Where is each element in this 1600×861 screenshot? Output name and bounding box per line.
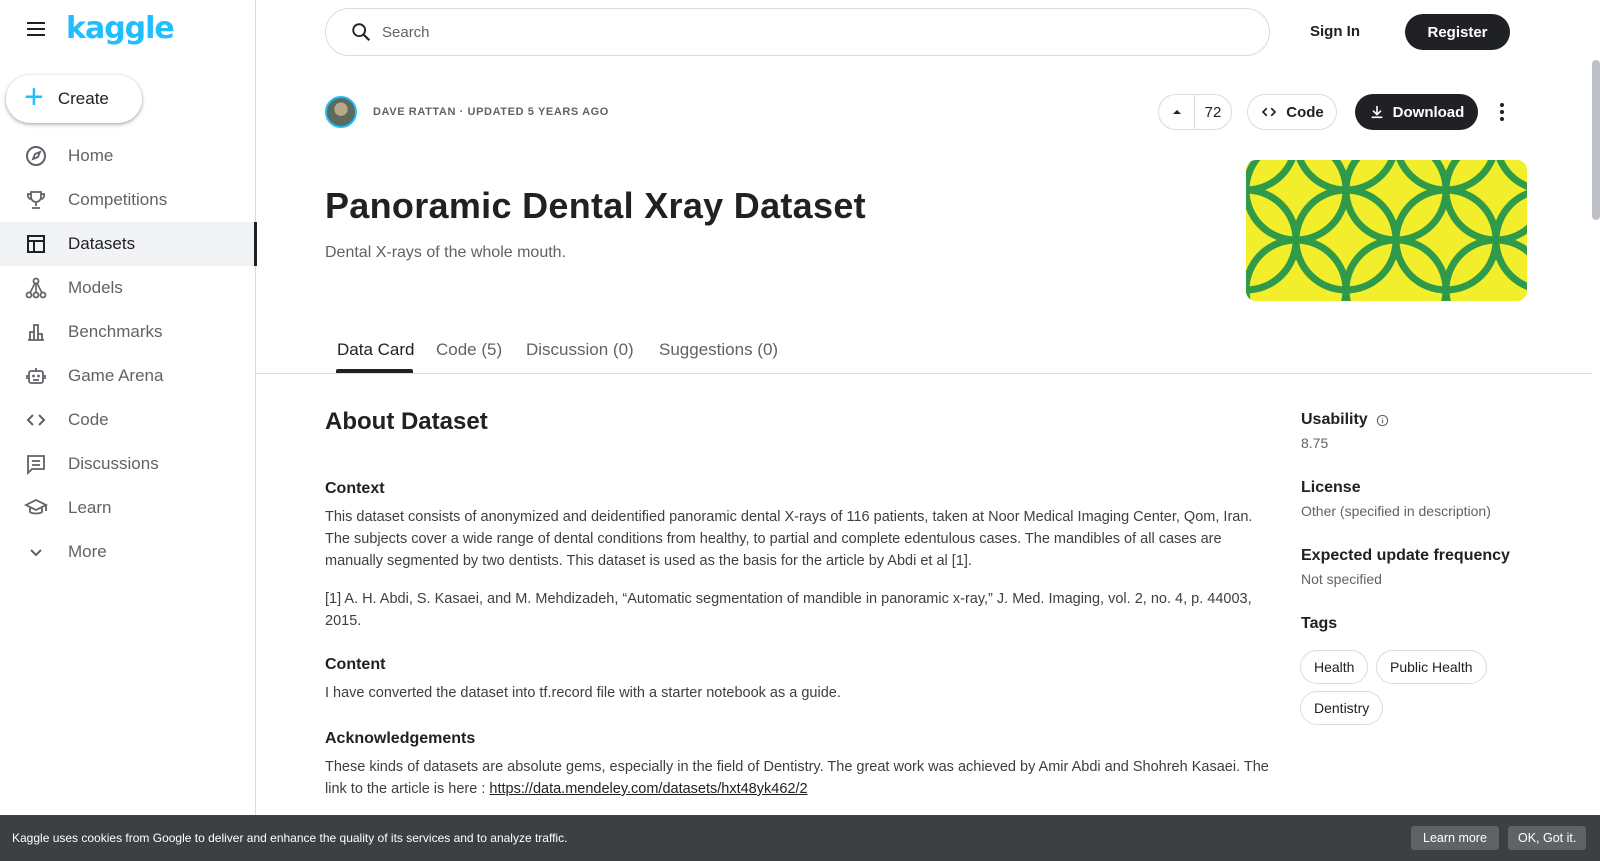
sidebar-item-label: Discussions xyxy=(68,454,159,473)
usability-label: Usability xyxy=(1301,411,1368,428)
sidebar-item-label: Datasets xyxy=(68,234,136,253)
tab-suggestions[interactable]: Suggestions (0) xyxy=(659,340,778,360)
license-section: License Other (specified in description) xyxy=(1301,479,1491,519)
vote-count: 72 xyxy=(1204,103,1222,121)
tab-data-card[interactable]: Data Card xyxy=(337,340,414,360)
page-scrollbar[interactable] xyxy=(1592,60,1600,220)
plus-icon: + xyxy=(24,78,44,116)
about-heading: About Dataset xyxy=(325,408,488,435)
tab-code[interactable]: Code (5) xyxy=(436,340,502,360)
reference-text: [1] A. H. Abdi, S. Kasaei, and M. Mehdiz… xyxy=(325,591,1252,629)
dataset-tabs: Data Card Code (5) Discussion (0) Sugges… xyxy=(256,330,1592,374)
upvote-control: 72 xyxy=(1158,94,1232,130)
update-frequency-value: Not specified xyxy=(1301,571,1382,587)
search-input[interactable] xyxy=(382,23,1182,41)
sign-in-link[interactable]: Sign In xyxy=(1310,20,1360,44)
update-frequency-section: Expected update frequency Not specified xyxy=(1301,547,1510,587)
search-bar[interactable] xyxy=(325,8,1270,56)
sidebar-item-datasets[interactable]: Datasets xyxy=(0,222,257,266)
license-label: License xyxy=(1301,479,1361,496)
sidebar-item-learn[interactable]: Learn xyxy=(0,486,256,530)
context-heading: Context xyxy=(325,480,385,497)
bar-chart-icon xyxy=(28,324,44,341)
sidebar-item-discussions[interactable]: Discussions xyxy=(0,442,256,486)
active-tab-indicator xyxy=(336,369,413,373)
usability-section: Usability 8.75 xyxy=(1301,411,1389,451)
article-link[interactable]: https://data.mendeley.com/datasets/hxt48… xyxy=(489,781,807,797)
sidebar: kaggle + Create Home Competitions Datase… xyxy=(0,0,257,861)
content-heading: Content xyxy=(325,656,386,673)
cookie-banner: Kaggle uses cookies from Google to deliv… xyxy=(0,815,1600,861)
sidebar-item-label: Learn xyxy=(68,498,112,517)
robot-icon xyxy=(26,368,46,384)
sidebar-item-label: Benchmarks xyxy=(68,322,163,341)
create-label: Create xyxy=(57,89,109,108)
page-subtitle: Dental X-rays of the whole mouth. xyxy=(325,244,567,261)
models-icon xyxy=(25,277,47,299)
context-text: This dataset consists of anonymized and … xyxy=(325,509,1253,569)
license-value: Other (specified in description) xyxy=(1301,503,1491,519)
usability-value: 8.75 xyxy=(1301,435,1329,451)
sidebar-item-code[interactable]: Code xyxy=(0,398,256,442)
sidebar-item-game-arena[interactable]: Game Arena xyxy=(0,354,256,398)
content-text: I have converted the dataset into tf.rec… xyxy=(325,685,841,701)
avatar[interactable] xyxy=(325,96,357,128)
sidebar-item-models[interactable]: Models xyxy=(0,266,256,310)
code-icon xyxy=(1262,107,1277,117)
tag-chip[interactable]: Dentistry xyxy=(1300,691,1384,725)
download-button-label: Download xyxy=(1392,103,1465,121)
info-icon[interactable] xyxy=(1376,414,1389,427)
sidebar-item-benchmarks[interactable]: Benchmarks xyxy=(0,310,256,354)
trophy-icon xyxy=(27,191,45,209)
download-button[interactable]: Download xyxy=(1355,94,1478,130)
more-options-icon[interactable] xyxy=(1488,98,1516,126)
sidebar-item-label: Home xyxy=(68,146,114,165)
learn-more-button[interactable]: Learn more xyxy=(1411,826,1499,850)
kaggle-logo[interactable]: kaggle xyxy=(66,14,175,44)
search-icon xyxy=(352,23,371,42)
accept-cookies-button[interactable]: OK, Got it. xyxy=(1508,826,1587,850)
download-icon xyxy=(1371,106,1382,119)
sidebar-item-more[interactable]: More xyxy=(0,530,256,574)
chevron-down-icon xyxy=(30,549,42,557)
tag-chip[interactable]: Public Health xyxy=(1376,650,1487,684)
tag-chip[interactable]: Health xyxy=(1300,650,1369,684)
sidebar-item-home[interactable]: Home xyxy=(0,134,256,178)
acknowledgements-text: These kinds of datasets are absolute gem… xyxy=(325,756,1273,800)
cookie-text: Kaggle uses cookies from Google to deliv… xyxy=(12,831,568,845)
table-icon xyxy=(27,235,45,253)
graduation-cap-icon xyxy=(24,498,48,515)
register-button[interactable]: Register xyxy=(1405,14,1510,50)
sidebar-item-label: Competitions xyxy=(68,190,168,209)
tags-section: Tags xyxy=(1301,615,1337,633)
caret-up-icon xyxy=(1172,110,1181,114)
compass-icon xyxy=(26,146,46,166)
code-icon xyxy=(26,414,46,426)
menu-icon[interactable] xyxy=(24,17,48,41)
tab-discussion[interactable]: Discussion (0) xyxy=(526,340,634,360)
code-button-label: Code xyxy=(1286,103,1324,121)
create-button[interactable]: + Create xyxy=(6,75,142,123)
dataset-cover-image xyxy=(1246,160,1527,301)
code-button[interactable]: Code xyxy=(1247,94,1337,130)
page-title: Panoramic Dental Xray Dataset xyxy=(325,185,866,226)
dataset-byline: DAVE RATTAN · UPDATED 5 YEARS AGO xyxy=(373,106,609,118)
tags-label: Tags xyxy=(1301,615,1338,632)
sidebar-item-label: Game Arena xyxy=(68,366,164,385)
data-card-content: About Dataset Context This dataset consi… xyxy=(325,408,1273,797)
sidebar-item-label: More xyxy=(68,542,107,561)
brand-bar: kaggle xyxy=(24,14,175,44)
acknowledgements-heading: Acknowledgements xyxy=(325,730,476,747)
update-frequency-label: Expected update frequency xyxy=(1301,547,1510,564)
sidebar-item-label: Code xyxy=(68,410,109,429)
upvote-button[interactable] xyxy=(1159,95,1195,129)
sidebar-item-competitions[interactable]: Competitions xyxy=(0,178,256,222)
comment-icon xyxy=(27,455,45,476)
sidebar-nav: Home Competitions Datasets Models Benchm… xyxy=(0,134,257,574)
sidebar-item-label: Models xyxy=(68,278,123,297)
